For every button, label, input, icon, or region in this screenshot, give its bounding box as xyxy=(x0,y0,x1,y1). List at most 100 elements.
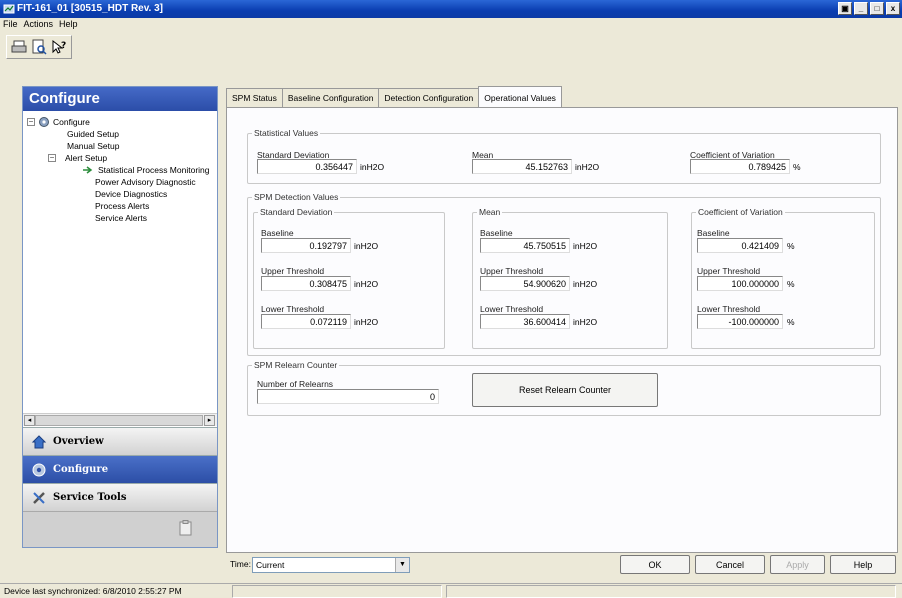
relearns-label: Number of Relearns xyxy=(257,379,334,389)
status-pane xyxy=(446,585,896,598)
std-upper-label: Upper Threshold xyxy=(261,266,325,276)
arrow-right-icon xyxy=(83,166,93,174)
mean-baseline-unit: inH2O xyxy=(573,241,598,251)
mean-lower-unit: inH2O xyxy=(573,317,598,327)
toolbar: ? xyxy=(6,35,72,59)
horizontal-scrollbar[interactable]: ◂ ▸ xyxy=(23,413,217,426)
scroll-right-icon[interactable]: ▸ xyxy=(204,415,215,426)
menu-file[interactable]: File xyxy=(0,18,21,30)
mean-unit: inH2O xyxy=(575,162,600,172)
status-pane xyxy=(232,585,442,598)
std-baseline-label: Baseline xyxy=(261,228,294,238)
std-value-field: 0.356447 xyxy=(257,159,357,174)
tab-operational-values[interactable]: Operational Values xyxy=(478,86,562,108)
tab-baseline-configuration[interactable]: Baseline Configuration xyxy=(281,88,380,108)
mean-upper-field: 54.900620 xyxy=(480,276,570,291)
collapse-icon[interactable]: − xyxy=(27,118,35,126)
cov-lower-unit: % xyxy=(787,317,795,327)
cov-lower-field: -100.000000 xyxy=(697,314,783,329)
tree-item-device-diagnostics[interactable]: Device Diagnostics xyxy=(95,189,167,199)
reset-relearn-counter-button[interactable]: Reset Relearn Counter xyxy=(472,373,658,407)
nav-configure-label: Configure xyxy=(53,464,109,475)
app-icon xyxy=(3,4,15,14)
tree-item-process-alerts[interactable]: Process Alerts xyxy=(95,201,149,211)
cancel-button[interactable]: Cancel xyxy=(695,555,765,574)
window-title: FIT-161_01 [30515_HDT Rev. 3] xyxy=(17,3,164,14)
context-help-icon[interactable]: ? xyxy=(50,38,68,56)
group-title: SPM Detection Values xyxy=(254,192,339,202)
std-unit: inH2O xyxy=(360,162,385,172)
menu-bar: File Actions Help xyxy=(0,18,902,32)
scroll-left-icon[interactable]: ◂ xyxy=(24,415,35,426)
tree-item-manual-setup[interactable]: Manual Setup xyxy=(67,141,119,151)
nav-overview-label: Overview xyxy=(53,436,104,447)
mean-lower-field: 36.600414 xyxy=(480,314,570,329)
scroll-thumb[interactable] xyxy=(35,415,203,426)
tree-item-configure[interactable]: − Configure xyxy=(27,116,90,128)
tab-detection-configuration[interactable]: Detection Configuration xyxy=(378,88,480,108)
time-select-value: Current xyxy=(256,560,285,570)
help-button[interactable]: Help xyxy=(830,555,896,574)
mean-value-field: 45.152763 xyxy=(472,159,572,174)
tab-spm-status[interactable]: SPM Status xyxy=(226,88,283,108)
maximize-button[interactable]: □ xyxy=(870,2,884,15)
time-label: Time: xyxy=(230,559,251,569)
group-title: Coefficient of Variation xyxy=(698,207,783,217)
svg-text:?: ? xyxy=(61,41,66,51)
mean-baseline-field: 45.750515 xyxy=(480,238,570,253)
sync-status-text: Device last synchronized: 6/8/2010 2:55:… xyxy=(4,586,182,596)
print-icon[interactable] xyxy=(10,38,28,56)
ok-button[interactable]: OK xyxy=(620,555,690,574)
std-lower-label: Lower Threshold xyxy=(261,304,325,314)
gear-icon xyxy=(32,463,46,476)
cov-baseline-field: 0.421409 xyxy=(697,238,783,253)
mean-lower-label: Lower Threshold xyxy=(480,304,544,314)
tree-item-power-advisory[interactable]: Power Advisory Diagnostic xyxy=(95,177,196,187)
tab-content: Statistical Values Standard Deviation 0.… xyxy=(226,107,898,553)
cov-baseline-label: Baseline xyxy=(697,228,730,238)
group-title: Statistical Values xyxy=(254,128,319,138)
cov-baseline-unit: % xyxy=(787,241,795,251)
cov-upper-field: 100.000000 xyxy=(697,276,783,291)
apply-button[interactable]: Apply xyxy=(770,555,825,574)
tree-item-alert-setup[interactable]: − Alert Setup xyxy=(48,153,107,163)
tree-label-spm: Statistical Process Monitoring xyxy=(98,165,210,175)
menu-actions[interactable]: Actions xyxy=(21,18,57,30)
print-preview-icon[interactable] xyxy=(30,38,48,56)
tree-item-guided-setup[interactable]: Guided Setup xyxy=(67,129,119,139)
status-bar: Device last synchronized: 6/8/2010 2:55:… xyxy=(0,583,902,598)
gear-icon xyxy=(39,117,49,127)
tree-label-configure: Configure xyxy=(53,117,90,127)
cov-unit: % xyxy=(793,162,801,172)
statistical-values-group: Statistical Values xyxy=(247,128,881,184)
close-button[interactable]: x xyxy=(886,2,900,15)
collapse-icon[interactable]: − xyxy=(48,154,56,162)
tree-item-service-alerts[interactable]: Service Alerts xyxy=(95,213,147,223)
restore-down-icon[interactable]: ▣ xyxy=(838,2,852,15)
menu-help[interactable]: Help xyxy=(56,18,81,30)
title-bar[interactable]: FIT-161_01 [30515_HDT Rev. 3] ▣ _ □ x xyxy=(0,0,902,18)
nav-overview-button[interactable]: Overview xyxy=(23,427,217,455)
nav-service-tools-label: Service Tools xyxy=(53,492,127,503)
tree-label-power-advisory: Power Advisory Diagnostic xyxy=(95,177,196,187)
chevron-down-icon[interactable]: ▼ xyxy=(395,558,409,572)
std-upper-unit: inH2O xyxy=(354,279,379,289)
home-icon xyxy=(31,434,47,448)
tree-label-device-diagnostics: Device Diagnostics xyxy=(95,189,168,199)
group-title: Mean xyxy=(479,207,501,217)
tab-strip: SPM Status Baseline Configuration Detect… xyxy=(226,86,562,108)
minimize-button[interactable]: _ xyxy=(854,2,868,15)
mean-baseline-label: Baseline xyxy=(480,228,513,238)
time-select[interactable]: Current ▼ xyxy=(252,557,410,573)
nav-service-tools-button[interactable]: Service Tools xyxy=(23,483,217,511)
left-pane: Configure − Configure Guided Setup Manua… xyxy=(22,86,218,548)
cov-upper-label: Upper Threshold xyxy=(697,266,761,276)
tree-item-statistical-process-monitoring[interactable]: Statistical Process Monitoring xyxy=(83,165,210,175)
cov-lower-label: Lower Threshold xyxy=(697,304,761,314)
relearns-count-field: 0 xyxy=(257,389,439,404)
clipboard-icon[interactable] xyxy=(179,520,193,536)
tree-label-guided-setup: Guided Setup xyxy=(67,129,119,139)
nav-configure-button[interactable]: Configure xyxy=(23,455,217,483)
std-baseline-unit: inH2O xyxy=(354,241,379,251)
cov-upper-unit: % xyxy=(787,279,795,289)
